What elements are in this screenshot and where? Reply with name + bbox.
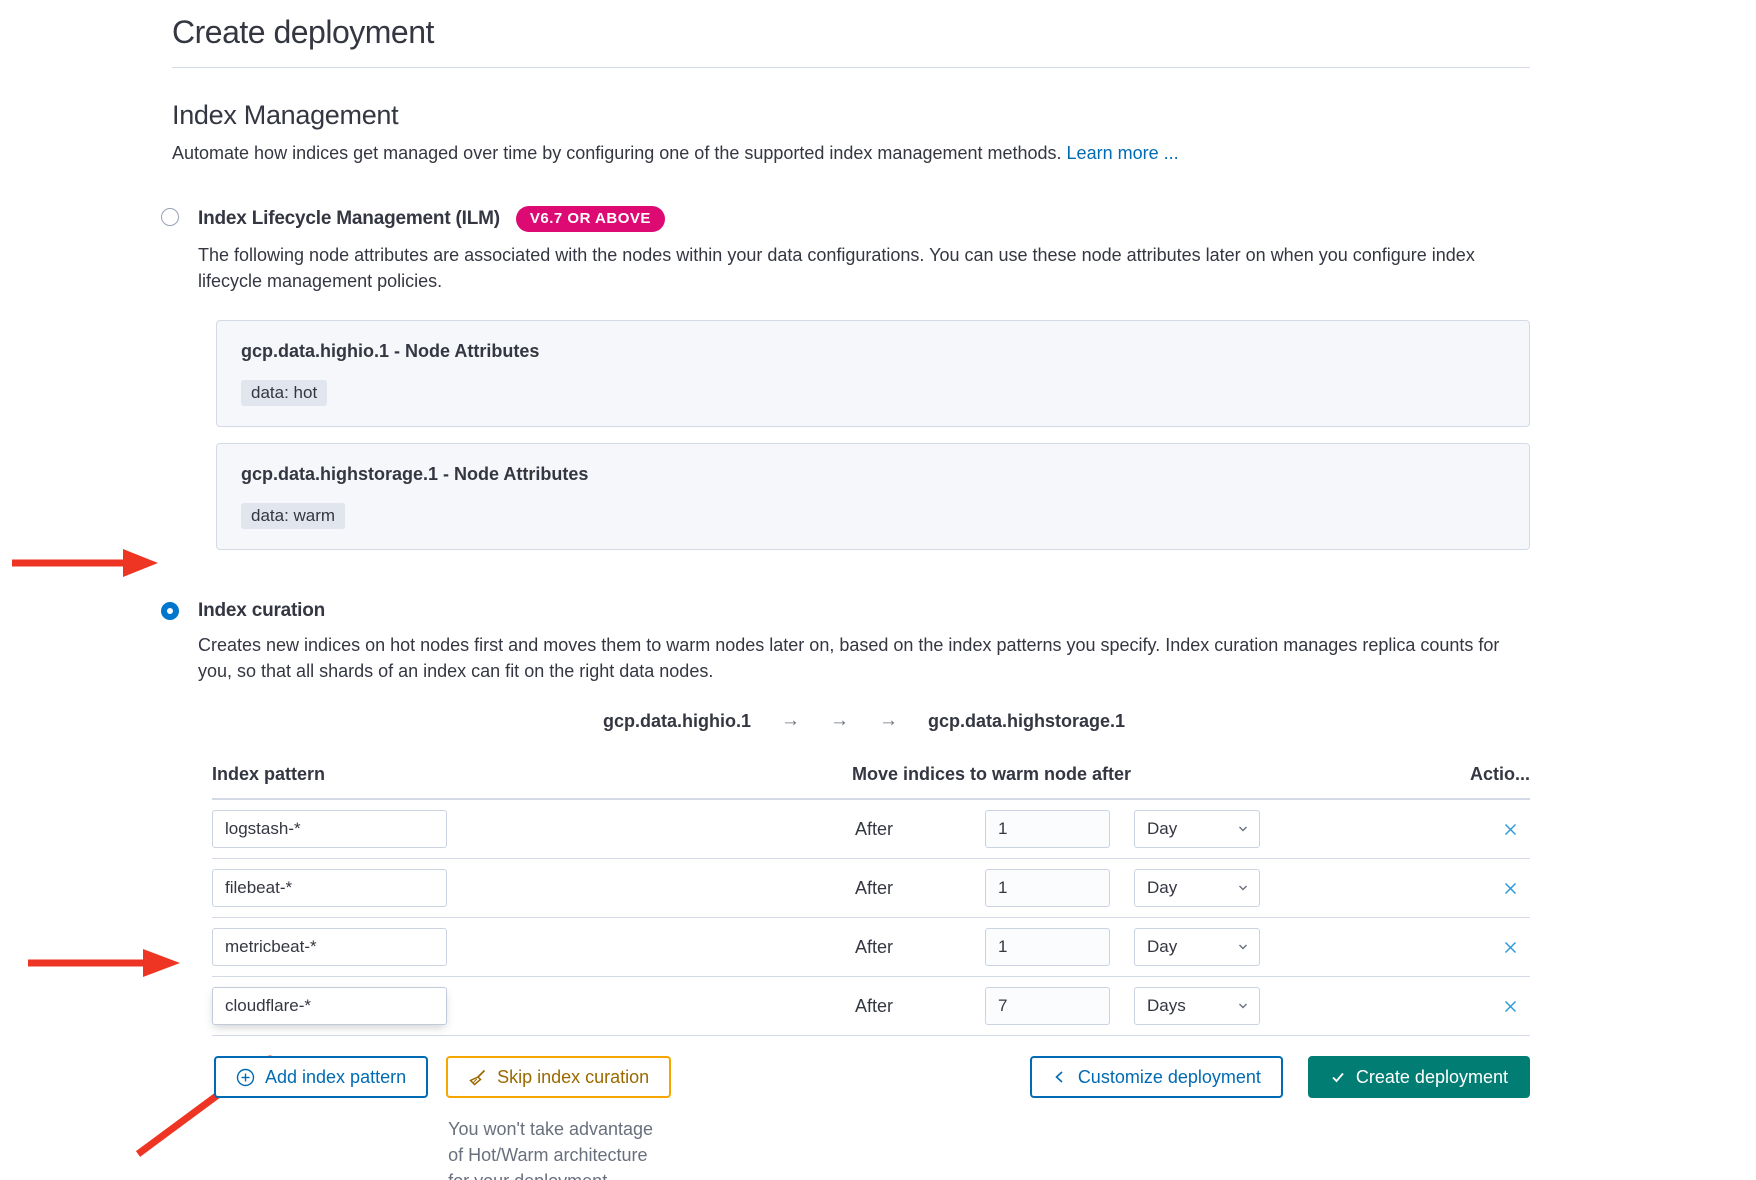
- skip-index-curation-button[interactable]: Skip index curation: [446, 1056, 671, 1098]
- node-attributes-box-highio: gcp.data.highio.1 - Node Attributes data…: [216, 320, 1530, 427]
- index-pattern-rows: After Day After Day: [212, 800, 1530, 1036]
- index-management-intro: Automate how indices get managed over ti…: [172, 140, 1530, 166]
- customize-deployment-button[interactable]: Customize deployment: [1030, 1056, 1283, 1098]
- index-pattern-input[interactable]: [212, 987, 447, 1025]
- annotation-arrow-index-curation: [0, 545, 170, 581]
- flow-arrow-icon: →: [830, 710, 849, 732]
- index-pattern-table: Index pattern Move indices to warm node …: [212, 764, 1530, 1036]
- skip-warning-text: You won't take advantage of Hot/Warm arc…: [448, 1116, 653, 1180]
- add-index-pattern-button[interactable]: Add index pattern: [214, 1056, 428, 1098]
- customize-deployment-label: Customize deployment: [1078, 1067, 1261, 1088]
- index-pattern-input[interactable]: [212, 928, 447, 966]
- after-label: After: [855, 878, 985, 899]
- node-attribute-tag: data: warm: [241, 503, 345, 529]
- index-pattern-row: After Day: [212, 800, 1530, 859]
- check-icon: [1330, 1069, 1346, 1085]
- after-label: After: [855, 996, 985, 1017]
- table-header: Index pattern Move indices to warm node …: [212, 764, 1530, 800]
- node-box-title: gcp.data.highstorage.1 - Node Attributes: [241, 464, 1505, 485]
- curation-actions-row: Add index pattern Skip index curation Yo…: [214, 1056, 1530, 1180]
- flow-arrow-icon: →: [781, 710, 800, 732]
- header-actions: Actio...: [1440, 764, 1530, 785]
- unit-select[interactable]: Day: [1134, 869, 1260, 907]
- node-box-title: gcp.data.highio.1 - Node Attributes: [241, 341, 1505, 362]
- remove-row-button[interactable]: [1499, 877, 1522, 900]
- index-curation-label: Index curation: [198, 600, 325, 622]
- warm-node-name: gcp.data.highstorage.1: [928, 711, 1125, 732]
- unit-select-value: Days: [1147, 996, 1186, 1016]
- unit-select[interactable]: Day: [1134, 928, 1260, 966]
- chevron-down-icon: [1237, 1000, 1249, 1012]
- flow-arrow-icon: →: [879, 710, 898, 732]
- node-attributes-box-highstorage: gcp.data.highstorage.1 - Node Attributes…: [216, 443, 1530, 550]
- header-move-indices: Move indices to warm node after: [852, 764, 1440, 785]
- broom-icon: [468, 1068, 487, 1087]
- unit-select-value: Day: [1147, 819, 1177, 839]
- create-deployment-page: Create deployment Index Management Autom…: [0, 0, 1756, 1180]
- ilm-radio[interactable]: [161, 208, 179, 226]
- ilm-option-label: Index Lifecycle Management (ILM): [198, 208, 500, 230]
- chevron-left-icon: [1052, 1069, 1068, 1085]
- index-pattern-row: After Day: [212, 859, 1530, 918]
- after-label: After: [855, 937, 985, 958]
- index-pattern-input[interactable]: [212, 869, 447, 907]
- move-after-value-input[interactable]: [985, 810, 1110, 848]
- chevron-down-icon: [1237, 941, 1249, 953]
- remove-row-button[interactable]: [1499, 818, 1522, 841]
- header-index-pattern: Index pattern: [212, 764, 852, 785]
- index-pattern-row: After Days: [212, 977, 1530, 1036]
- unit-select[interactable]: Day: [1134, 810, 1260, 848]
- node-attribute-tag: data: hot: [241, 380, 327, 406]
- index-curation-radio[interactable]: [161, 602, 179, 620]
- index-curation-description: Creates new indices on hot nodes first a…: [198, 632, 1508, 684]
- plus-circle-icon: [236, 1068, 255, 1087]
- after-label: After: [855, 819, 985, 840]
- move-after-value-input[interactable]: [985, 928, 1110, 966]
- annotation-arrow-cloudflare-row: [24, 945, 188, 981]
- index-pattern-input[interactable]: [212, 810, 447, 848]
- ilm-option: Index Lifecycle Management (ILM) V6.7 OR…: [172, 206, 1530, 550]
- unit-select-value: Day: [1147, 937, 1177, 957]
- ilm-description: The following node attributes are associ…: [198, 242, 1508, 294]
- intro-text: Automate how indices get managed over ti…: [172, 143, 1062, 163]
- index-management-heading: Index Management: [172, 100, 1530, 131]
- remove-row-button[interactable]: [1499, 995, 1522, 1018]
- unit-select-value: Day: [1147, 878, 1177, 898]
- index-pattern-row: After Day: [212, 918, 1530, 977]
- move-after-value-input[interactable]: [985, 987, 1110, 1025]
- learn-more-link[interactable]: Learn more ...: [1067, 143, 1179, 163]
- remove-row-button[interactable]: [1499, 936, 1522, 959]
- version-badge: V6.7 OR ABOVE: [516, 206, 665, 232]
- page-title: Create deployment: [172, 14, 1530, 68]
- hot-warm-flow: gcp.data.highio.1 → → → gcp.data.highsto…: [198, 710, 1530, 732]
- create-deployment-label: Create deployment: [1356, 1067, 1508, 1088]
- unit-select[interactable]: Days: [1134, 987, 1260, 1025]
- index-curation-option: Index curation Creates new indices on ho…: [172, 600, 1530, 1180]
- chevron-down-icon: [1237, 823, 1249, 835]
- create-deployment-button[interactable]: Create deployment: [1308, 1056, 1530, 1098]
- move-after-value-input[interactable]: [985, 869, 1110, 907]
- hot-node-name: gcp.data.highio.1: [603, 711, 751, 732]
- chevron-down-icon: [1237, 882, 1249, 894]
- skip-index-curation-label: Skip index curation: [497, 1067, 649, 1088]
- add-index-pattern-label: Add index pattern: [265, 1067, 406, 1088]
